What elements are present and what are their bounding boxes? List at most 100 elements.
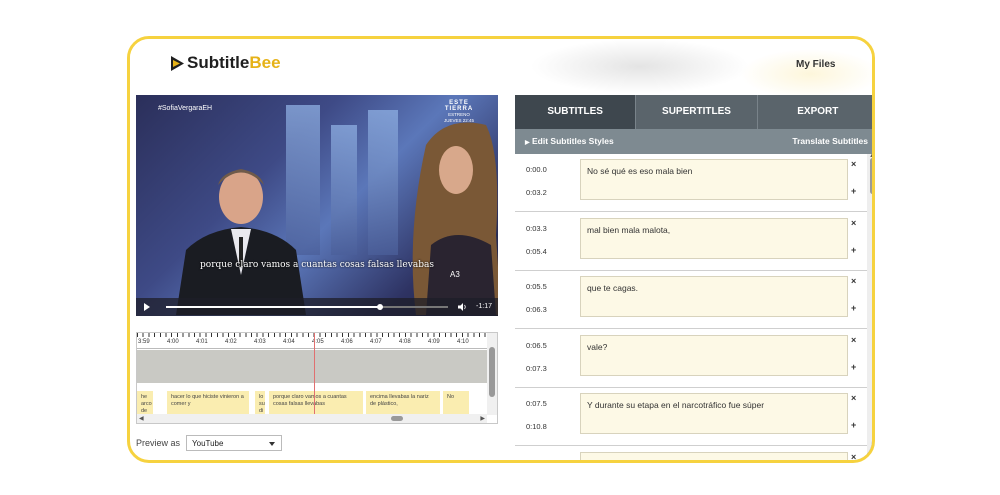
app-frame: Subtitle Bee My Files #SofiaVergaraEH EST… (127, 36, 875, 463)
end-time-field[interactable]: 0:10.8 (526, 422, 547, 431)
timeline-tick-label: 4:04 (283, 339, 295, 345)
brand-name-part1: Subtitle (187, 53, 250, 72)
subtitle-entry: 0:07.5 0:10.8 Y durante su etapa en el nar… (515, 388, 867, 446)
playhead[interactable] (314, 333, 315, 417)
subtitle-text-field[interactable]: mal bien mala malota, (580, 217, 848, 259)
start-time-field[interactable]: 0:06.5 (526, 341, 547, 350)
background-tower (331, 125, 357, 255)
edit-styles-label: Edit Subtitles Styles (532, 136, 614, 146)
subtitle-list: 0:00.0 0:03.2 No sé qué es eso mala bien × +… (515, 154, 867, 461)
seek-bar[interactable] (166, 304, 448, 310)
scroll-thumb[interactable] (870, 158, 872, 194)
decorative-glow (530, 39, 750, 94)
close-icon[interactable]: × (851, 452, 856, 461)
subtitle-entry: 0:06.5 0:07.3 vale? × + (515, 329, 867, 388)
scroll-thumb[interactable] (489, 347, 495, 397)
start-time-field[interactable]: 0:07.5 (526, 399, 547, 408)
preview-selected: YouTube (192, 439, 224, 448)
close-icon[interactable]: × (851, 393, 856, 403)
tab-supertitles[interactable]: SUPERTITLES (636, 95, 758, 129)
timeline-tick-label: 4:02 (225, 339, 237, 345)
my-files-link[interactable]: My Files (796, 59, 835, 70)
guest-figure (412, 122, 498, 315)
end-time-field[interactable]: 0:06.3 (526, 305, 547, 314)
chevron-down-icon (269, 442, 276, 446)
subtitle-list-scrollbar[interactable]: ▲ (867, 153, 872, 460)
plus-icon[interactable]: + (851, 420, 856, 430)
video-player[interactable]: #SofiaVergaraEH ESTE TIERRA ESTRENO JUEV… (136, 95, 498, 316)
timeline-tick-label: 4:01 (196, 339, 208, 345)
subtitle-text-field[interactable]: vale? (580, 334, 848, 376)
panel-toolbar: ▶ Edit Subtitles Styles Translate Subtit… (515, 129, 872, 154)
brand-name-part2: Bee (249, 53, 281, 72)
plus-icon[interactable]: + (851, 186, 856, 196)
timeline-vertical-scrollbar[interactable] (487, 333, 497, 415)
plus-icon[interactable]: + (851, 362, 856, 372)
video-controls: -1:17 (136, 298, 498, 316)
brand-logo[interactable]: Subtitle Bee (170, 53, 281, 73)
subtitle-entry: 0:03.3 0:05.4 mal bien mala malota, × + (515, 212, 867, 271)
timeline-tick-label: 4:10 (457, 339, 469, 345)
translate-subtitles-button[interactable]: Translate Subtitles (792, 136, 868, 146)
start-time-field[interactable]: 0:10.9 (526, 458, 547, 461)
show-logo-line1: ESTRENO (448, 112, 470, 117)
timeline-tick-label: 4:00 (167, 339, 179, 345)
tab-export[interactable]: EXPORT (757, 95, 872, 129)
preview-control: Preview as YouTube (136, 435, 283, 451)
subtitle-timeline[interactable]: 3:59 4:00 4:01 4:02 4:03 4:04 4:05 4:06 4:07 4:08… (136, 332, 498, 424)
start-time-field[interactable]: 0:05.5 (526, 282, 547, 291)
video-hashtag: #SofiaVergaraEH (158, 105, 213, 112)
timeline-tick-label: 4:09 (428, 339, 440, 345)
show-logo-title: ESTE TIERRA (444, 100, 474, 112)
preview-select[interactable]: YouTube (186, 435, 283, 451)
decorative-glow (740, 49, 872, 99)
plus-icon[interactable]: + (851, 245, 856, 255)
timeline-ruler[interactable]: 3:59 4:00 4:01 4:02 4:03 4:04 4:05 4:06 4:07 4:08… (137, 333, 487, 349)
timeline-tick-label: 3:59 (138, 339, 150, 345)
bee-logo-icon (171, 55, 184, 71)
subtitle-entry: 0:05.5 0:06.3 que te cagas. × + (515, 271, 867, 329)
start-time-field[interactable]: 0:00.0 (526, 165, 547, 174)
channel-logo: A3 (450, 270, 460, 279)
video-caption: porque claro vamos a cuantas cosas falsa… (200, 260, 434, 270)
subtitle-text-field[interactable] (580, 451, 848, 460)
subtitle-panel: SUBTITLES SUPERTITLES EXPORT ▶ Edit Subt… (515, 95, 872, 461)
show-logo: ESTE TIERRA ESTRENO JUEVES 22:45 (442, 100, 476, 124)
timeline-tick-label: 4:06 (341, 339, 353, 345)
panel-tabs: SUBTITLES SUPERTITLES EXPORT (515, 95, 872, 129)
volume-icon[interactable] (458, 303, 468, 311)
background-tower (368, 110, 398, 255)
end-time-field[interactable]: 0:05.4 (526, 247, 547, 256)
plus-icon[interactable]: + (851, 303, 856, 313)
end-time-field[interactable]: 0:07.3 (526, 364, 547, 373)
time-remaining: -1:17 (476, 303, 492, 310)
timeline-horizontal-scrollbar[interactable]: ◀ ▶ (137, 414, 487, 423)
subtitle-text-field[interactable]: No sé qué es eso mala bien (580, 159, 848, 200)
scroll-thumb[interactable] (391, 416, 403, 421)
seek-progress (166, 306, 381, 308)
close-icon[interactable]: × (851, 276, 856, 286)
preview-label: Preview as (136, 438, 181, 448)
show-logo-line2: JUEVES 22:45 (443, 118, 475, 123)
end-time-field[interactable]: 0:03.2 (526, 188, 547, 197)
seek-handle[interactable] (377, 304, 384, 310)
caret-right-icon: ▶ (525, 140, 530, 146)
scroll-right-icon[interactable]: ▶ (480, 415, 485, 422)
play-icon[interactable] (144, 303, 150, 311)
presenter-figure (176, 169, 306, 315)
start-time-field[interactable]: 0:03.3 (526, 224, 547, 233)
tab-subtitles[interactable]: SUBTITLES (515, 95, 637, 129)
subtitle-text-field[interactable]: que te cagas. (580, 276, 848, 317)
timeline-tick-label: 4:08 (399, 339, 411, 345)
edit-styles-button[interactable]: ▶ Edit Subtitles Styles (525, 136, 614, 146)
subtitle-entry: 0:00.0 0:03.2 No sé qué es eso mala bien × + (515, 154, 867, 212)
timeline-tick-label: 4:03 (254, 339, 266, 345)
subtitle-entry: 0:10.9×+ (515, 446, 867, 461)
close-icon[interactable]: × (851, 159, 856, 169)
close-icon[interactable]: × (851, 218, 856, 228)
subtitle-text-field[interactable]: Y durante su etapa en el narcotráfico fu… (580, 393, 848, 434)
close-icon[interactable]: × (851, 335, 856, 345)
scroll-left-icon[interactable]: ◀ (139, 415, 144, 422)
audio-waveform[interactable] (137, 350, 487, 383)
top-bar: Subtitle Bee My Files (130, 39, 872, 99)
